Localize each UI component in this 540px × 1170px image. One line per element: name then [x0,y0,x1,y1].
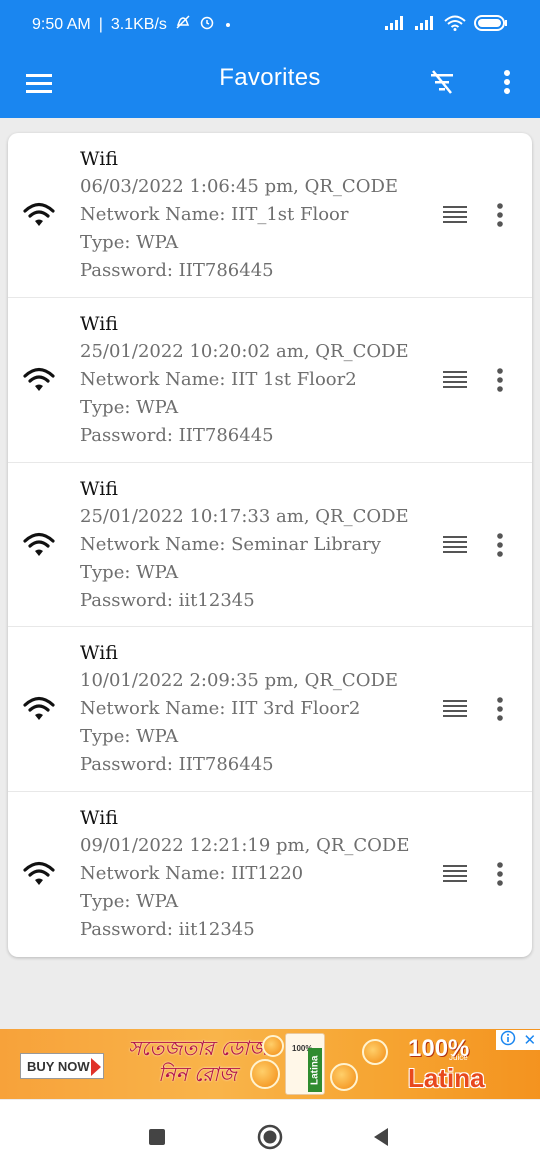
square-recents-icon[interactable] [142,1122,172,1152]
play-arrow-icon [91,1058,101,1076]
list-item[interactable]: Wifi 25/01/2022 10:20:02 am, QR_CODE Net… [8,298,532,463]
status-left: 9:50 AM | 3.1KB/s [32,14,233,35]
wifi-icon [22,366,56,394]
list-icon[interactable] [440,366,470,394]
item-type: Type: WPA [80,726,179,748]
item-date: 25/01/2022 10:17:33 am, QR_CODE [80,505,409,527]
item-type: Type: WPA [80,232,179,253]
orange-icon [330,1063,358,1091]
item-title: Wifi [80,312,118,335]
favorites-list: Wifi 06/03/2022 1:06:45 pm, QR_CODE Netw… [8,133,532,957]
ad-tagline-line1: সতেজতার ডোজ [128,1036,267,1060]
list-item[interactable]: Wifi 06/03/2022 1:06:45 pm, QR_CODE Netw… [8,133,532,298]
list-icon[interactable] [440,695,470,723]
pack-brand: Latina [308,1048,322,1092]
item-type: Type: WPA [80,396,179,418]
status-right [384,14,508,37]
item-date: 25/01/2022 10:20:02 am, QR_CODE [80,340,409,362]
list-item[interactable]: Wifi 25/01/2022 10:17:33 am, QR_CODE Net… [8,463,532,628]
item-title: Wifi [80,477,118,500]
alarm-icon [199,14,215,35]
item-password: Password: iit12345 [80,919,255,941]
item-password: Password: iit12345 [80,589,255,611]
item-password: Password: IIT786445 [80,424,274,446]
item-text: Wifi 25/01/2022 10:17:33 am, QR_CODE Net… [80,475,409,615]
close-icon[interactable]: ✕ [524,1032,537,1048]
ad-brand-logo: Latina [408,1063,485,1093]
wifi-icon [22,531,56,559]
item-network: Network Name: IIT1220 [80,863,304,885]
ad-juice-label: Juice [449,1053,468,1062]
status-time: 9:50 AM [32,15,91,33]
status-separator: | [98,15,103,33]
item-title: Wifi [80,807,118,830]
wifi-icon [22,695,56,723]
item-type: Type: WPA [80,561,179,583]
buy-now-button[interactable]: BUY NOW [20,1053,104,1079]
more-vert-icon[interactable] [488,199,512,231]
filter-off-icon[interactable] [424,64,460,100]
list-icon[interactable] [440,860,470,888]
status-bar: 9:50 AM | 3.1KB/s [0,0,540,48]
buy-now-label: BUY NOW [27,1058,90,1074]
wifi-icon [22,201,56,229]
circle-home-icon[interactable] [255,1122,285,1152]
item-network: Network Name: IIT 1st Floor2 [80,368,357,390]
item-text: Wifi 09/01/2022 12:21:19 pm, QR_CODE Net… [80,804,409,944]
item-password: Password: IIT786445 [80,754,274,776]
triangle-back-icon[interactable] [366,1122,396,1152]
mute-icon [175,14,191,35]
item-password: Password: IIT786445 [80,260,274,281]
more-vert-icon[interactable] [488,529,512,561]
item-text: Wifi 25/01/2022 10:20:02 am, QR_CODE Net… [80,310,409,450]
item-title: Wifi [80,642,118,665]
list-item[interactable]: Wifi 09/01/2022 12:21:19 pm, QR_CODE Net… [8,792,532,957]
list-item[interactable]: Wifi 10/01/2022 2:09:35 pm, QR_CODE Netw… [8,627,532,793]
info-icon[interactable] [500,1030,516,1050]
more-vert-icon[interactable] [492,64,522,100]
orange-icon [250,1059,280,1089]
item-title: Wifi [80,148,118,170]
more-vert-icon[interactable] [488,693,512,725]
ad-tagline: সতেজতার ডোজ নিন রোজ [128,1035,267,1087]
item-text: Wifi 06/03/2022 1:06:45 pm, QR_CODE Netw… [80,145,398,285]
ad-choices[interactable]: ✕ [496,1030,540,1050]
orange-icon [262,1035,284,1057]
notification-dot-icon [223,16,233,34]
item-text: Wifi 10/01/2022 2:09:35 pm, QR_CODE Netw… [80,639,398,779]
system-nav-bar [0,1100,540,1170]
item-date: 09/01/2022 12:21:19 pm, QR_CODE [80,835,410,857]
item-network: Network Name: Seminar Library [80,533,381,555]
item-type: Type: WPA [80,891,179,913]
item-network: Network Name: IIT 3rd Floor2 [80,698,361,720]
more-vert-icon[interactable] [488,858,512,890]
list-icon[interactable] [440,201,470,229]
wifi-icon [22,860,56,888]
ad-banner[interactable]: BUY NOW সতেজতার ডোজ নিন রোজ 100% Latina … [0,1029,540,1099]
item-date: 10/01/2022 2:09:35 pm, QR_CODE [80,670,399,692]
app-bar: Favorites [0,48,540,118]
orange-icon [362,1039,388,1065]
juice-pack-image: 100% Latina [285,1033,325,1095]
ad-tagline-line2: নিন রোজ [158,1062,237,1086]
signal-icon-2 [414,16,436,35]
wifi-status-icon [444,15,466,36]
signal-icon [384,16,406,35]
battery-icon [474,14,508,37]
more-vert-icon[interactable] [488,364,512,396]
item-network: Network Name: IIT_1st Floor [80,204,349,225]
list-icon[interactable] [440,531,470,559]
status-speed: 3.1KB/s [110,15,167,33]
item-date: 06/03/2022 1:06:45 pm, QR_CODE [80,176,399,197]
